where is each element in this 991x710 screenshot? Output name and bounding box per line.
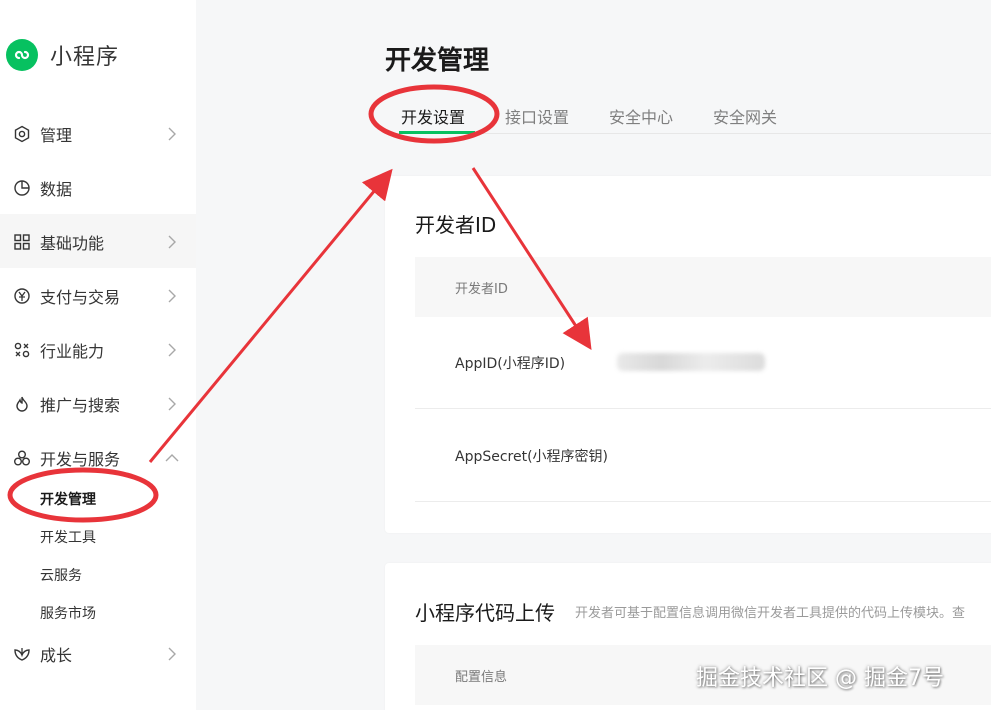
sidebar-subitem-cloud-service[interactable]: 云服务 — [40, 565, 82, 585]
flame-icon — [16, 396, 28, 412]
column-header: 配置信息 — [455, 670, 508, 685]
sidebar-item-label: 推广与搜索 — [40, 396, 121, 415]
chevron-right-icon — [168, 647, 176, 661]
settings-icon — [14, 125, 30, 143]
grid-icon — [14, 234, 30, 250]
brand[interactable]: 小程序 — [6, 38, 119, 72]
main-content: 开发管理 开发设置 接口设置 安全中心 安全网关 开发者ID 开发者ID App… — [196, 0, 991, 710]
sidebar-item-industry[interactable]: 行业能力 — [0, 322, 196, 376]
chevron-up-icon — [165, 454, 179, 462]
column-header: 开发者ID — [455, 282, 508, 297]
table-row-appsecret: AppSecret(小程序密钥) — [415, 410, 991, 502]
brand-title: 小程序 — [50, 45, 120, 70]
sidebar-subitem-dev-management[interactable]: 开发管理 — [40, 489, 96, 509]
sidebar-subitem-service-market[interactable]: 服务市场 — [40, 603, 96, 623]
sidebar-item-label: 数据 — [40, 180, 73, 199]
sidebar-subitem-dev-tools[interactable]: 开发工具 — [40, 527, 96, 547]
sidebar-item-manage[interactable]: 管理 — [0, 106, 196, 160]
chevron-right-icon — [168, 397, 176, 411]
card-title: 小程序代码上传 — [415, 601, 555, 625]
tab-dev-settings[interactable]: 开发设置 — [401, 104, 465, 128]
sidebar-item-label: 支付与交易 — [40, 288, 121, 307]
tab-bar: 开发设置 接口设置 安全中心 安全网关 — [385, 96, 991, 134]
sidebar-item-dev-services[interactable]: 开发与服务 — [0, 430, 196, 484]
sidebar-item-growth[interactable]: 成长 — [0, 626, 196, 680]
sidebar-item-promotion[interactable]: 推广与搜索 — [0, 376, 196, 430]
sidebar-item-label: 管理 — [40, 126, 73, 145]
table-row-appid: AppID(小程序ID) — [415, 317, 991, 409]
growth-icon — [14, 648, 30, 661]
watermark: 掘金技术社区 @ 掘金7号 — [696, 666, 944, 691]
appid-label: AppID(小程序ID) — [455, 356, 566, 372]
industry-icon — [14, 342, 30, 358]
sidebar-item-data[interactable]: 数据 — [0, 160, 196, 214]
dev-icon — [14, 450, 30, 466]
card-description: 开发者可基于配置信息调用微信开发者工具提供的代码上传模块。查 — [575, 606, 966, 621]
page-title: 开发管理 — [385, 46, 490, 76]
appsecret-label: AppSecret(小程序密钥) — [455, 449, 609, 465]
card-title: 开发者ID — [415, 213, 497, 237]
sidebar-item-label: 成长 — [40, 646, 73, 665]
developer-id-card: 开发者ID 开发者ID AppID(小程序ID) AppSecret(小程序密钥… — [385, 176, 991, 533]
appid-value-redacted — [617, 353, 765, 371]
sidebar-item-label: 开发与服务 — [40, 450, 121, 469]
chevron-right-icon — [168, 289, 176, 303]
chevron-right-icon — [168, 127, 176, 141]
chevron-right-icon — [168, 343, 176, 357]
tab-security-gateway[interactable]: 安全网关 — [713, 104, 777, 128]
chevron-right-icon — [168, 235, 176, 249]
pie-chart-icon — [14, 180, 30, 196]
sidebar-item-basic-functions[interactable]: 基础功能 — [0, 214, 196, 268]
yen-icon — [14, 288, 30, 304]
sidebar-item-label: 基础功能 — [40, 234, 105, 253]
sidebar-item-label: 行业能力 — [40, 342, 105, 361]
tab-api-settings[interactable]: 接口设置 — [505, 104, 569, 128]
sidebar: 小程序 管理 数据 基础功能 支付与交易 行业能力 推广与搜索 开发与服务 开发… — [0, 0, 196, 710]
table-header: 开发者ID — [415, 257, 991, 317]
mini-program-logo-icon — [6, 39, 38, 71]
tab-security-center[interactable]: 安全中心 — [609, 104, 673, 128]
sidebar-item-payment[interactable]: 支付与交易 — [0, 268, 196, 322]
active-tab-indicator — [399, 131, 475, 134]
